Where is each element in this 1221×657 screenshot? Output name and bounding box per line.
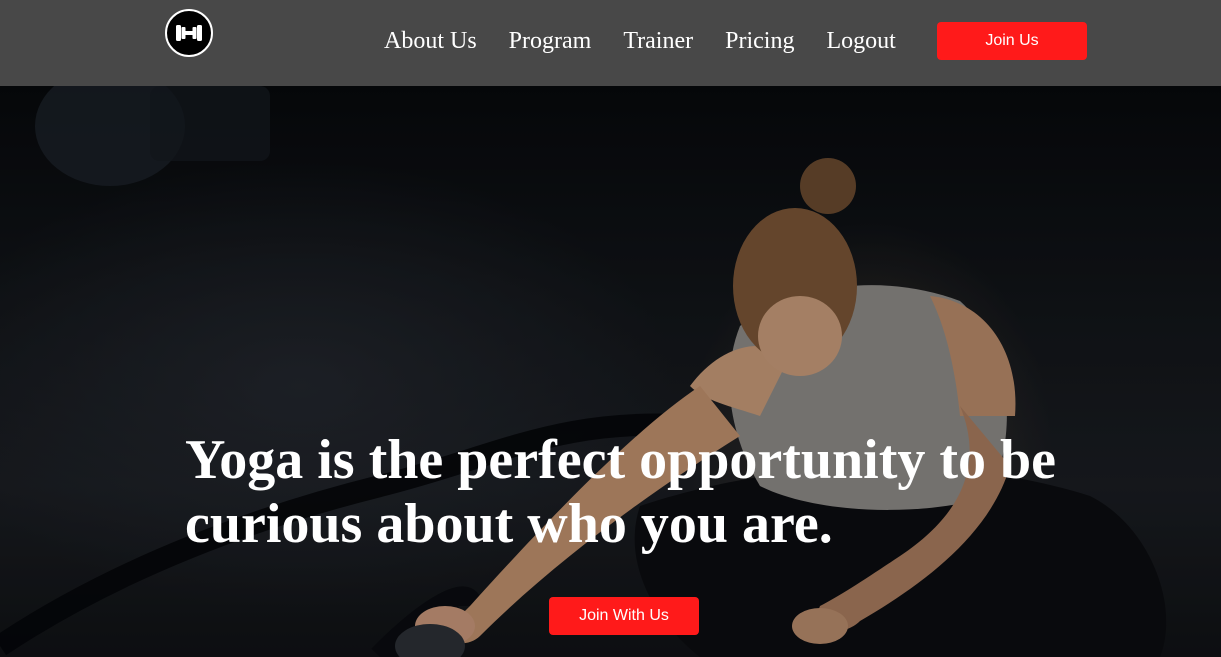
hero-section: Yoga is the perfect opportunity to be cu… [0,86,1221,657]
join-us-button[interactable]: Join Us [937,22,1087,60]
logo[interactable] [165,9,213,57]
dumbbell-icon [176,25,202,41]
nav-program[interactable]: Program [493,26,608,56]
nav-pricing[interactable]: Pricing [709,26,810,56]
nav-trainer[interactable]: Trainer [607,26,709,56]
join-with-us-button[interactable]: Join With Us [549,597,699,635]
main-nav: About Us Program Trainer Pricing Logout [368,26,912,56]
hero-headline: Yoga is the perfect opportunity to be cu… [185,429,1057,555]
hero-background-image [0,86,1221,657]
top-navbar: About Us Program Trainer Pricing Logout … [0,0,1221,86]
nav-about-us[interactable]: About Us [368,26,493,56]
nav-logout[interactable]: Logout [810,26,911,56]
